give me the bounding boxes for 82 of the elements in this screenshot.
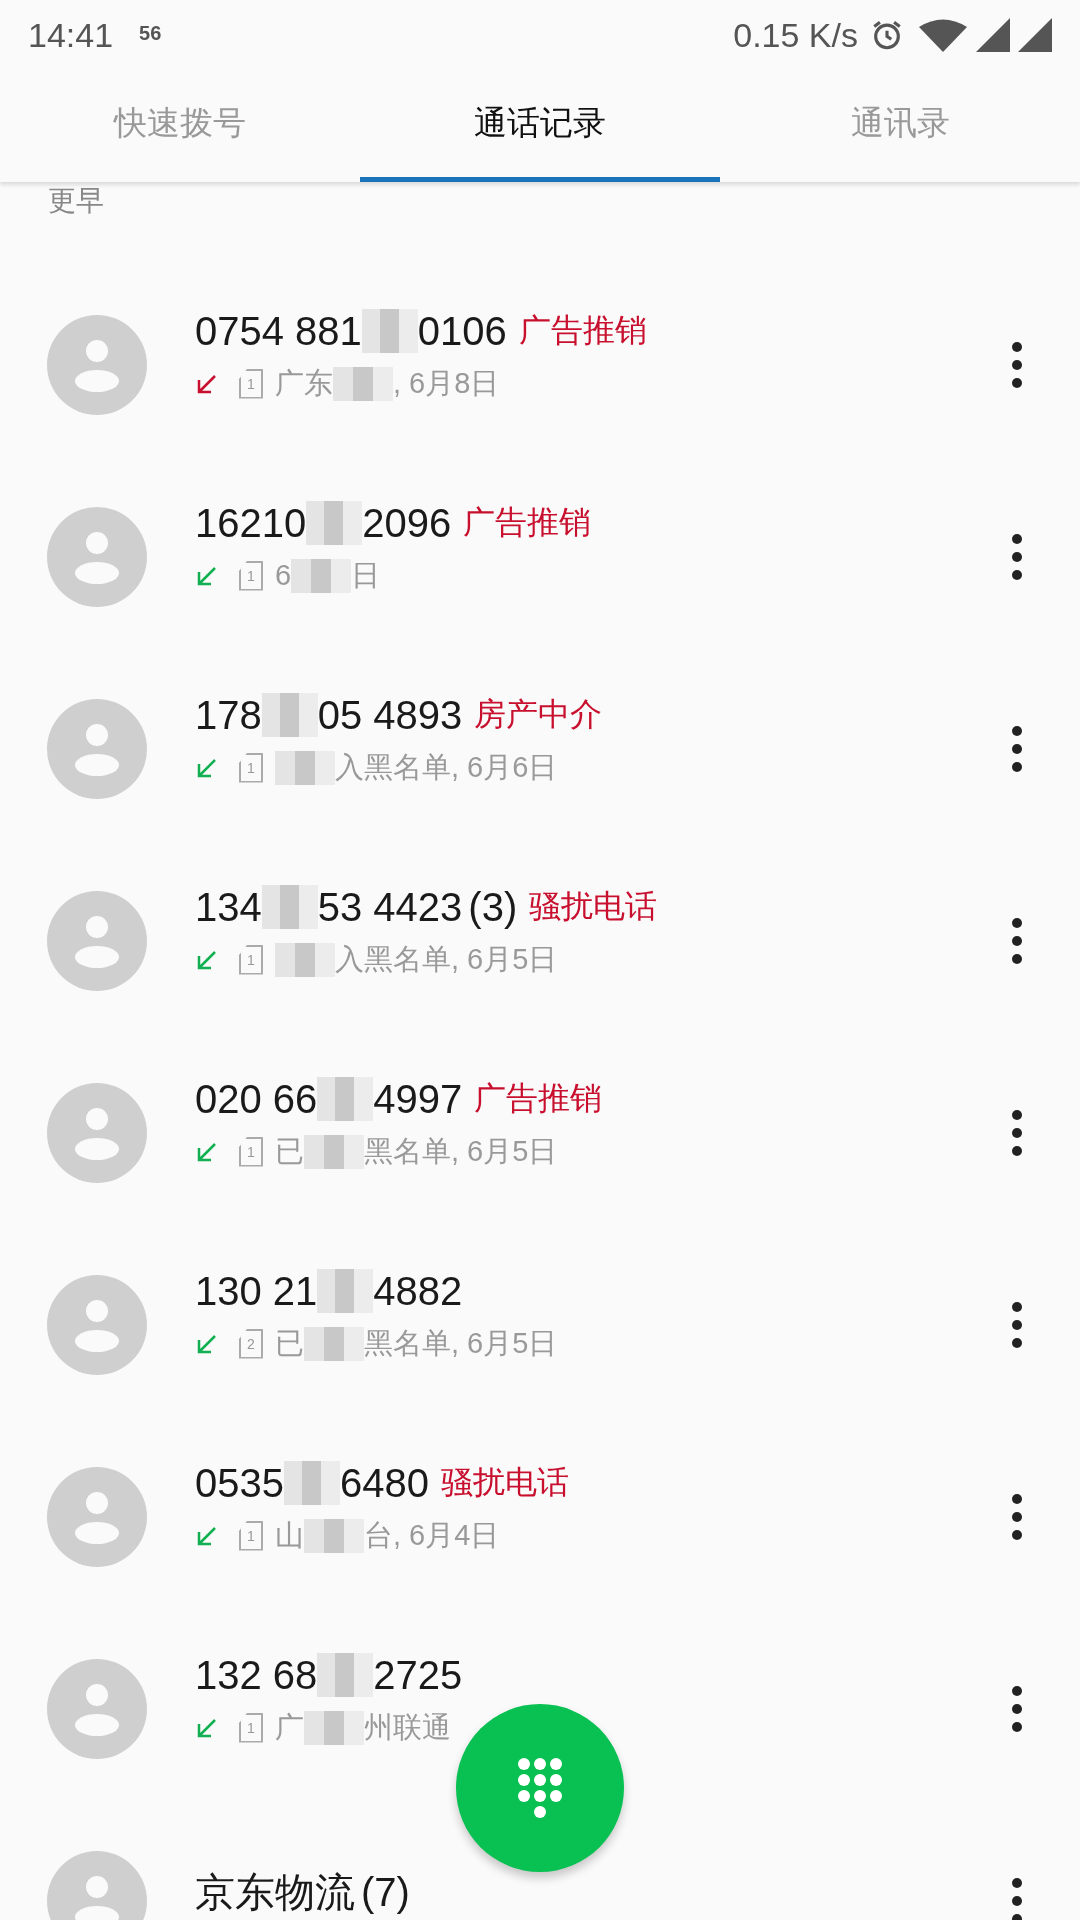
sim-card-icon: 1 bbox=[239, 1136, 263, 1167]
redaction-mosaic bbox=[284, 1461, 340, 1505]
redaction-mosaic bbox=[317, 1077, 374, 1121]
section-header: 更早 bbox=[48, 184, 104, 218]
signal-icon bbox=[976, 18, 1010, 52]
phone-number: 130 21 bbox=[195, 1268, 318, 1314]
redaction-mosaic bbox=[306, 501, 363, 545]
call-count: (3) bbox=[468, 884, 518, 930]
redaction-mosaic bbox=[304, 1326, 364, 1361]
spam-tag: 广告推销 bbox=[474, 1077, 603, 1121]
redaction-mosaic bbox=[291, 558, 352, 593]
avatar-icon bbox=[47, 891, 147, 991]
call-detail: 6 bbox=[275, 559, 292, 592]
redaction-mosaic bbox=[304, 1710, 364, 1745]
redaction-mosaic bbox=[275, 750, 335, 785]
spam-tag: 房产中介 bbox=[474, 693, 603, 737]
call-detail: 台, 6月4日 bbox=[364, 1517, 500, 1553]
spam-tag: 广告推销 bbox=[463, 501, 592, 545]
phone-number: 134 bbox=[195, 884, 262, 930]
call-detail: 广东 bbox=[275, 365, 333, 401]
spam-tag: 骚扰电话 bbox=[529, 885, 658, 929]
sim-card-icon: 1 bbox=[239, 1712, 263, 1743]
avatar-icon bbox=[47, 315, 147, 415]
redaction-mosaic bbox=[361, 309, 418, 353]
phone-number: 0106 bbox=[417, 308, 507, 354]
phone-number: 132 68 bbox=[195, 1652, 318, 1698]
call-detail: 日 bbox=[351, 557, 381, 593]
phone-number: 020 66 bbox=[195, 1076, 318, 1122]
call-detail: 黑名单, 6月5日 bbox=[364, 1133, 558, 1169]
call-detail: , 6月8日 bbox=[393, 365, 500, 401]
avatar-icon bbox=[47, 1467, 147, 1567]
redaction-mosaic bbox=[261, 885, 318, 929]
tab[interactable]: 快速拨号 bbox=[0, 70, 360, 182]
call-detail: 入黑名单, 6月6日 bbox=[335, 749, 558, 785]
network-speed: 0.15 K/s bbox=[733, 15, 858, 55]
tab[interactable]: 通讯录 bbox=[720, 70, 1080, 182]
phone-number: 京东物流 bbox=[195, 1868, 355, 1916]
redaction-mosaic bbox=[261, 693, 318, 737]
phone-number: 2096 bbox=[362, 500, 452, 546]
sim-card-icon: 1 bbox=[239, 368, 263, 399]
notification-count: 56 bbox=[139, 21, 162, 45]
call-detail: 州联通 bbox=[364, 1709, 451, 1745]
signal-icon bbox=[1018, 18, 1052, 52]
avatar-icon bbox=[47, 507, 147, 607]
redaction-mosaic bbox=[317, 1653, 374, 1697]
redaction-mosaic bbox=[317, 1269, 374, 1313]
call-detail: 广 bbox=[275, 1709, 304, 1745]
avatar-icon bbox=[47, 1083, 147, 1183]
phone-number: 05 4893 bbox=[317, 692, 463, 738]
redaction-mosaic bbox=[275, 942, 335, 977]
phone-number: 6480 bbox=[340, 1460, 429, 1506]
spam-tag: 广告推销 bbox=[518, 309, 647, 353]
phone-number: 4997 bbox=[373, 1076, 463, 1122]
phone-number: 178 bbox=[195, 692, 262, 738]
redaction-mosaic bbox=[304, 1134, 364, 1169]
sim-card-icon: 1 bbox=[239, 944, 263, 975]
phone-number: 16210 bbox=[195, 500, 307, 546]
avatar-icon bbox=[47, 1275, 147, 1375]
sim-card-icon: 1 bbox=[239, 560, 263, 591]
redaction-mosaic bbox=[304, 1518, 364, 1553]
sim-card-icon: 1 bbox=[239, 1520, 263, 1551]
avatar-icon bbox=[47, 699, 147, 799]
phone-number: 4882 bbox=[373, 1268, 463, 1314]
dialpad-icon bbox=[516, 1756, 564, 1820]
call-count: (7) bbox=[361, 1869, 410, 1915]
call-detail: 入黑名单, 6月5日 bbox=[335, 941, 558, 977]
call-detail: 已 bbox=[275, 1325, 304, 1361]
phone-number: 2725 bbox=[373, 1652, 463, 1698]
phone-number: 53 4423 bbox=[317, 884, 463, 930]
call-detail: 已 bbox=[275, 1133, 304, 1169]
phone-number: 0754 881 bbox=[195, 308, 362, 354]
spam-tag: 骚扰电话 bbox=[440, 1461, 569, 1505]
sim-card-icon: 1 bbox=[239, 752, 263, 783]
sim-card-icon: 2 bbox=[239, 1328, 263, 1359]
avatar-icon bbox=[47, 1659, 147, 1759]
status-time: 14:41 bbox=[28, 15, 114, 55]
call-detail: 山 bbox=[275, 1517, 304, 1553]
tab[interactable]: 通话记录 bbox=[360, 70, 720, 182]
redaction-mosaic bbox=[333, 366, 393, 401]
phone-number: 0535 bbox=[195, 1460, 284, 1506]
wifi-icon bbox=[918, 18, 968, 52]
call-detail: 黑名单, 6月5日 bbox=[364, 1325, 558, 1361]
